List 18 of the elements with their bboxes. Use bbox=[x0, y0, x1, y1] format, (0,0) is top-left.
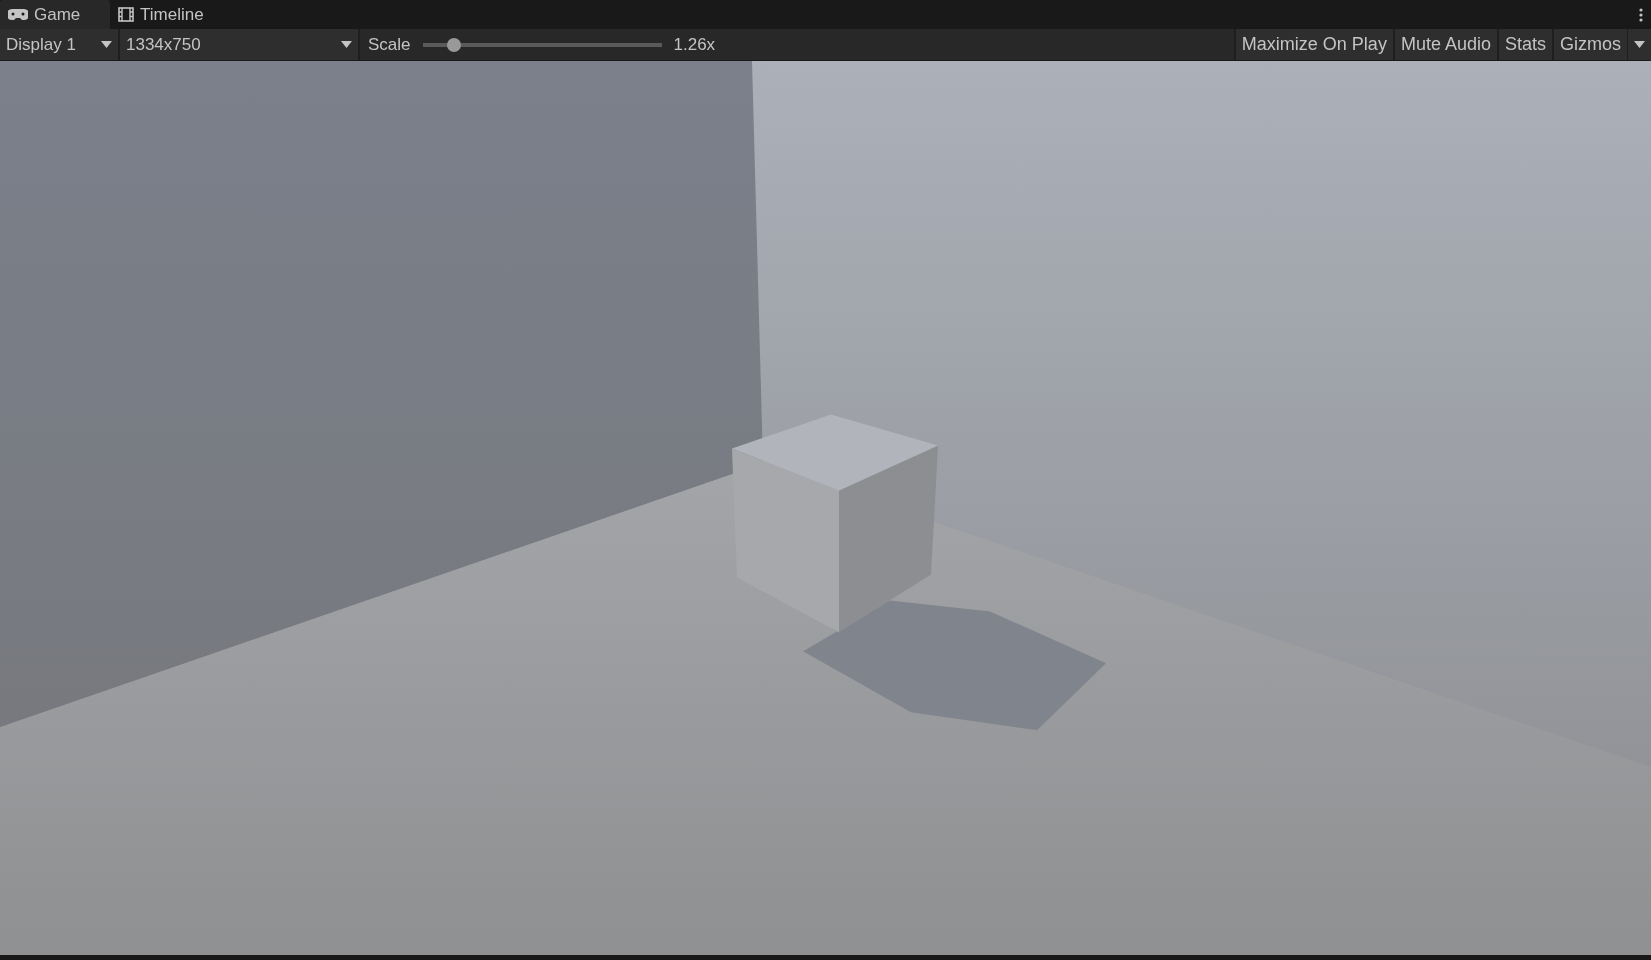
caret-icon bbox=[1634, 41, 1645, 48]
scale-value: 1.26x bbox=[673, 34, 716, 55]
film-icon bbox=[118, 7, 134, 22]
gizmos-dropdown[interactable] bbox=[1627, 29, 1651, 60]
more-options-icon[interactable] bbox=[1639, 7, 1643, 22]
toolbar-toggle[interactable]: Gizmos bbox=[1552, 29, 1627, 60]
toolbar-toggle[interactable]: Maximize On Play bbox=[1233, 29, 1393, 60]
toolbar-toggle[interactable]: Mute Audio bbox=[1392, 29, 1497, 60]
display-dropdown[interactable]: Display 1 bbox=[0, 29, 120, 60]
tab[interactable]: Timeline bbox=[110, 0, 218, 29]
caret-icon bbox=[341, 41, 352, 48]
gamepad-icon bbox=[8, 9, 28, 20]
slider-thumb[interactable] bbox=[446, 37, 461, 52]
resolution-dropdown[interactable]: 1334x750 bbox=[120, 29, 360, 60]
scale-label: Scale bbox=[368, 34, 411, 55]
toolbar-toggle[interactable]: Stats bbox=[1496, 29, 1552, 60]
caret-icon bbox=[101, 41, 112, 48]
tab[interactable]: Game bbox=[0, 0, 110, 29]
